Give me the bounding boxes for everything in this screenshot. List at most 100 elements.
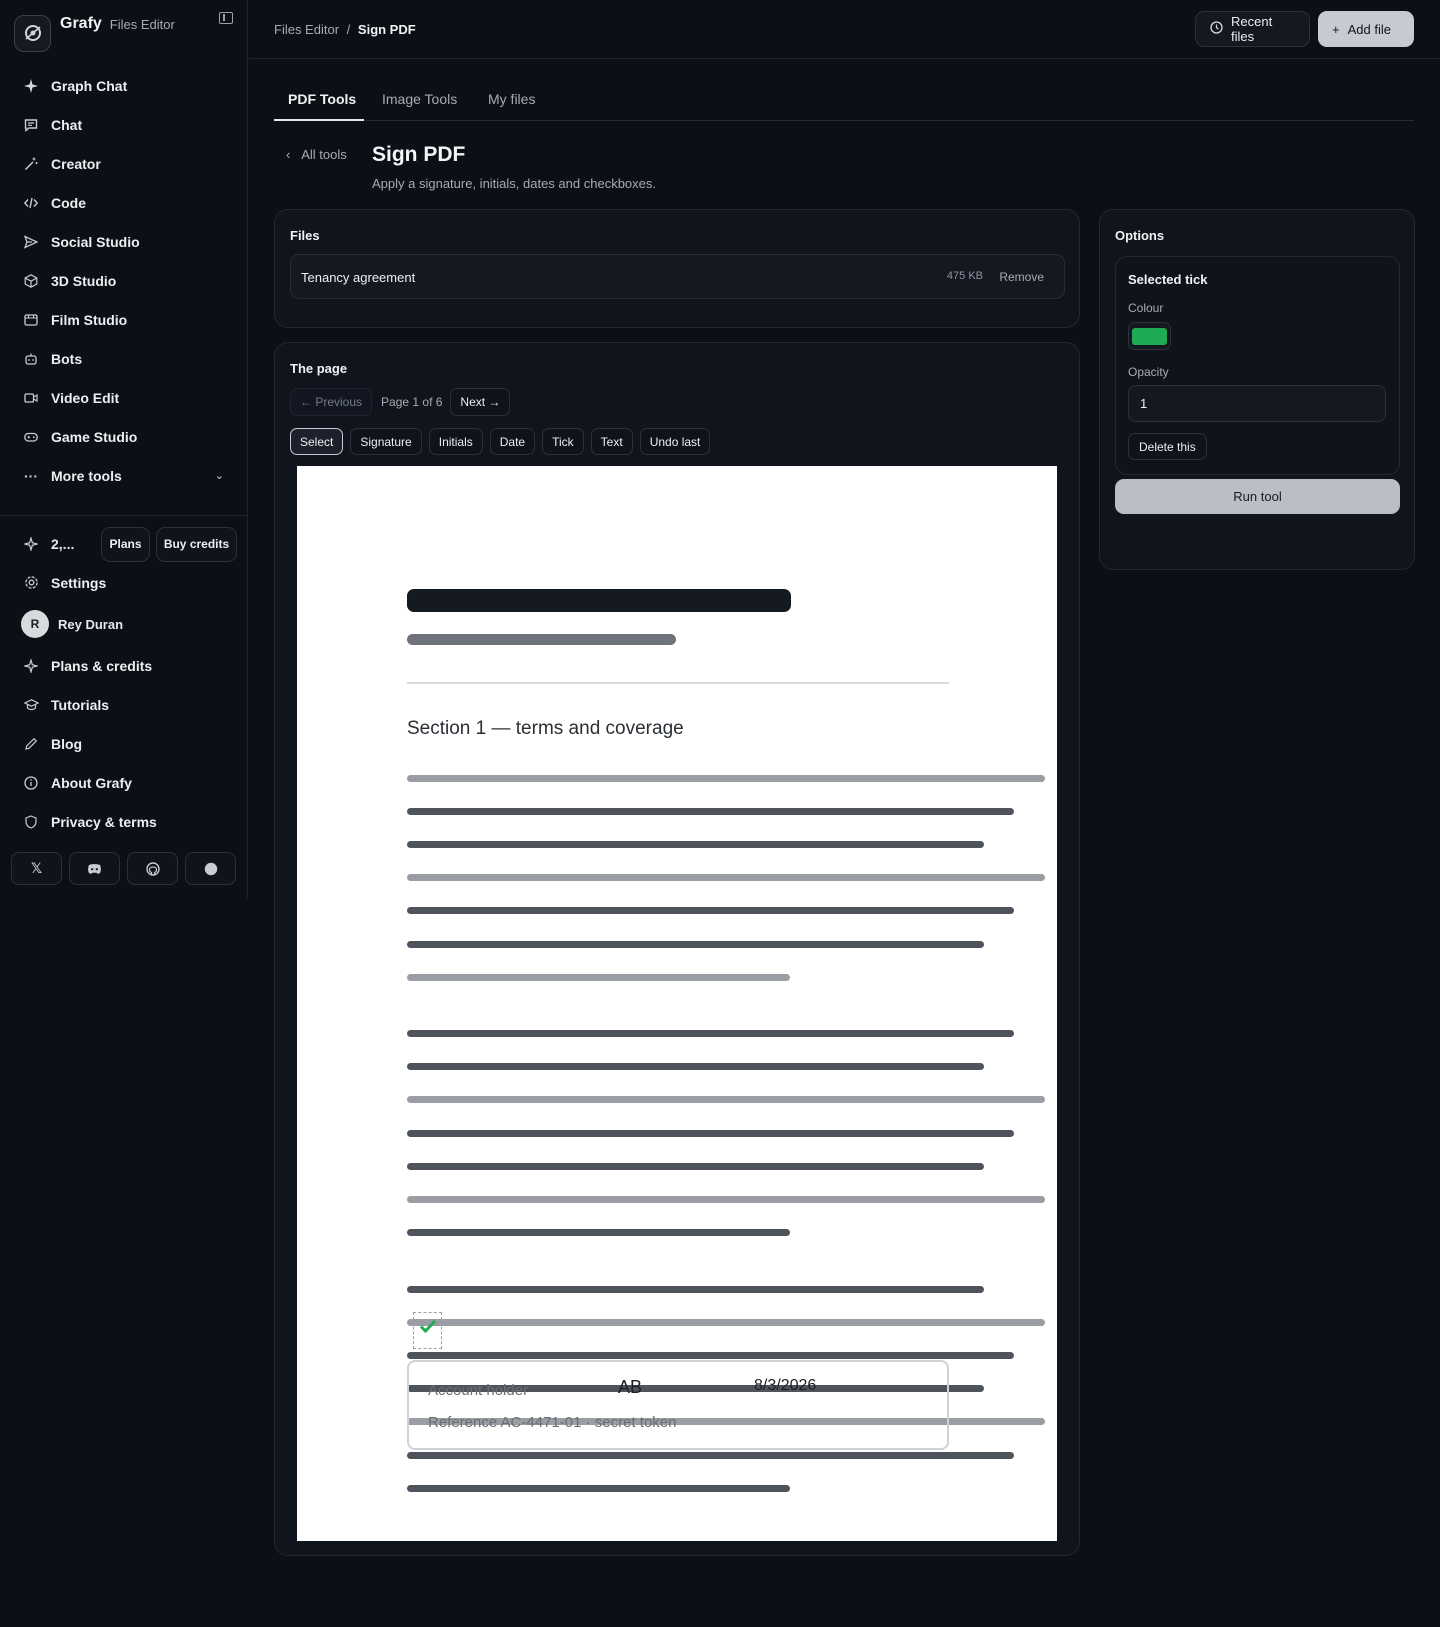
chat-bubble-icon xyxy=(23,117,39,133)
circle-icon[interactable] xyxy=(185,852,236,885)
github-icon[interactable] xyxy=(127,852,178,885)
sidebar-item-label: About Grafy xyxy=(51,774,132,791)
file-size: 475 KB xyxy=(946,270,983,282)
delete-selected-button[interactable]: Delete this xyxy=(1128,433,1207,460)
recent-files-button[interactable]: Recent files xyxy=(1195,11,1310,47)
credits-row: 2,... Plans Buy credits xyxy=(0,526,248,562)
pdf-page-canvas[interactable]: Section 1 — terms and coverage Account h… xyxy=(297,466,1057,1541)
files-card: Files Tenancy agreement 475 KB Remove xyxy=(274,209,1080,328)
all-tools-link[interactable]: ‹ All tools xyxy=(286,147,347,162)
breadcrumb: Files Editor / Sign PDF xyxy=(274,22,416,37)
text-line xyxy=(407,1485,790,1492)
next-page-button[interactable]: Next → xyxy=(450,388,511,416)
tool-signature-button[interactable]: Signature xyxy=(350,428,422,455)
sidebar-item-creator[interactable]: Creator xyxy=(0,144,248,183)
files-title: Files xyxy=(290,228,320,243)
sidebar-item-video-edit[interactable]: Video Edit xyxy=(0,378,248,417)
plans-button[interactable]: Plans xyxy=(101,526,150,562)
sidebar-item-blog[interactable]: Blog xyxy=(0,724,248,763)
sidebar-item-3d-studio[interactable]: 3D Studio xyxy=(0,261,248,300)
chevron-down-icon: ⌄ xyxy=(214,470,224,482)
sidebar-item-label: Game Studio xyxy=(51,428,138,445)
sidebar-item-label: Film Studio xyxy=(51,311,128,328)
undo-last-button[interactable]: Undo last xyxy=(639,428,711,455)
section-heading: Section 1 — terms and coverage xyxy=(407,718,684,739)
signature-field-box[interactable]: Account holder AB 8/3/2026 Reference AC-… xyxy=(407,1360,949,1450)
sparkle-icon xyxy=(23,78,39,94)
colour-picker[interactable] xyxy=(1128,322,1171,350)
brand[interactable]: Grafy Files Editor xyxy=(14,14,234,52)
tool-select-button[interactable]: Select xyxy=(290,428,344,455)
page-subtitle: Apply a signature, initials, dates and c… xyxy=(372,176,657,191)
film-icon xyxy=(23,312,39,328)
tab-my-files[interactable]: My files xyxy=(488,91,535,107)
sidebar-item-about[interactable]: About Grafy xyxy=(0,763,248,802)
placed-date[interactable]: 8/3/2026 xyxy=(754,1377,816,1395)
tool-text-button[interactable]: Text xyxy=(590,428,633,455)
sidebar-item-label: Creator xyxy=(51,155,101,172)
placed-initials[interactable]: AB xyxy=(618,1377,642,1398)
recent-files-label: Recent files xyxy=(1231,14,1273,44)
sidebar-item-bots[interactable]: Bots xyxy=(0,339,248,378)
text-line xyxy=(407,1163,984,1170)
reference-text: Reference AC-4471-01 · secret token xyxy=(428,1414,677,1431)
magic-wand-icon xyxy=(23,156,39,172)
pager: ← Previous Page 1 of 6 Next → xyxy=(290,388,511,416)
sidebar-item-label: Social Studio xyxy=(51,233,140,250)
sidebar-item-privacy[interactable]: Privacy & terms xyxy=(0,802,248,841)
ellipsis-icon: ··· xyxy=(24,467,38,484)
sidebar-item-more-tools[interactable]: ··· More tools ⌄ xyxy=(0,456,248,495)
buy-credits-button[interactable]: Buy credits xyxy=(156,526,237,562)
selected-item-panel: Selected tick Colour Opacity 1 Delete th… xyxy=(1115,256,1400,475)
opacity-input[interactable]: 1 xyxy=(1128,385,1386,422)
text-line xyxy=(407,775,1045,782)
tool-initials-button[interactable]: Initials xyxy=(428,428,483,455)
app-name: Grafy xyxy=(60,15,102,32)
file-name: Tenancy agreement xyxy=(301,270,416,285)
bot-icon xyxy=(23,351,39,367)
sidebar-item-social-studio[interactable]: Social Studio xyxy=(0,222,248,261)
text-line xyxy=(407,1096,1045,1103)
cube-icon xyxy=(23,273,39,289)
sidebar-item-graph-chat[interactable]: Graph Chat xyxy=(0,66,248,105)
document-title-placeholder xyxy=(407,589,791,612)
avatar: R xyxy=(21,610,49,638)
sidebar-item-film-studio[interactable]: Film Studio xyxy=(0,300,248,339)
text-line xyxy=(407,874,1045,881)
sidebar-collapse-icon[interactable] xyxy=(219,12,233,24)
sidebar-item-tutorials[interactable]: Tutorials xyxy=(0,685,248,724)
page-panel-title: The page xyxy=(290,361,348,376)
user-profile[interactable]: R Rey Duran xyxy=(0,602,248,646)
pencil-icon xyxy=(23,736,39,752)
sidebar-item-settings[interactable]: Settings xyxy=(0,563,248,602)
sidebar-item-game-studio[interactable]: Game Studio xyxy=(0,417,248,456)
placed-tick[interactable] xyxy=(413,1312,442,1349)
sidebar-divider xyxy=(0,515,248,516)
sidebar-item-plans-credits[interactable]: Plans & credits xyxy=(0,646,248,685)
previous-page-button[interactable]: ← Previous xyxy=(290,388,373,416)
tab-image-tools[interactable]: Image Tools xyxy=(382,91,457,107)
sidebar-item-label: Privacy & terms xyxy=(51,813,157,830)
sidebar-item-code[interactable]: Code xyxy=(0,183,248,222)
sidebar-item-chat[interactable]: Chat xyxy=(0,105,248,144)
remove-file-button[interactable]: Remove xyxy=(999,270,1044,284)
sidebar: Grafy Files Editor Graph Chat Chat Creat… xyxy=(0,0,248,898)
page-title: Sign PDF xyxy=(372,143,466,166)
tool-date-button[interactable]: Date xyxy=(489,428,536,455)
file-row[interactable]: Tenancy agreement 475 KB Remove xyxy=(290,254,1065,299)
text-line xyxy=(407,1030,1014,1037)
x-icon[interactable]: 𝕏 xyxy=(11,852,62,885)
add-file-button[interactable]: + Add file xyxy=(1318,11,1414,47)
secondary-nav: Settings R Rey Duran Plans & credits Tut… xyxy=(0,563,248,841)
tool-tabs: PDF Tools Image Tools My files xyxy=(274,84,1414,121)
tab-pdf-tools[interactable]: PDF Tools xyxy=(288,91,356,107)
run-tool-button[interactable]: Run tool xyxy=(1115,479,1400,514)
sparkle-outline-icon xyxy=(23,537,39,551)
tool-tick-button[interactable]: Tick xyxy=(542,428,584,455)
discord-icon[interactable] xyxy=(69,852,120,885)
options-title: Options xyxy=(1115,228,1165,243)
chevron-left-icon: ‹ xyxy=(286,147,291,162)
breadcrumb-root[interactable]: Files Editor xyxy=(274,22,339,37)
text-line xyxy=(407,974,790,981)
text-line xyxy=(407,1063,984,1070)
